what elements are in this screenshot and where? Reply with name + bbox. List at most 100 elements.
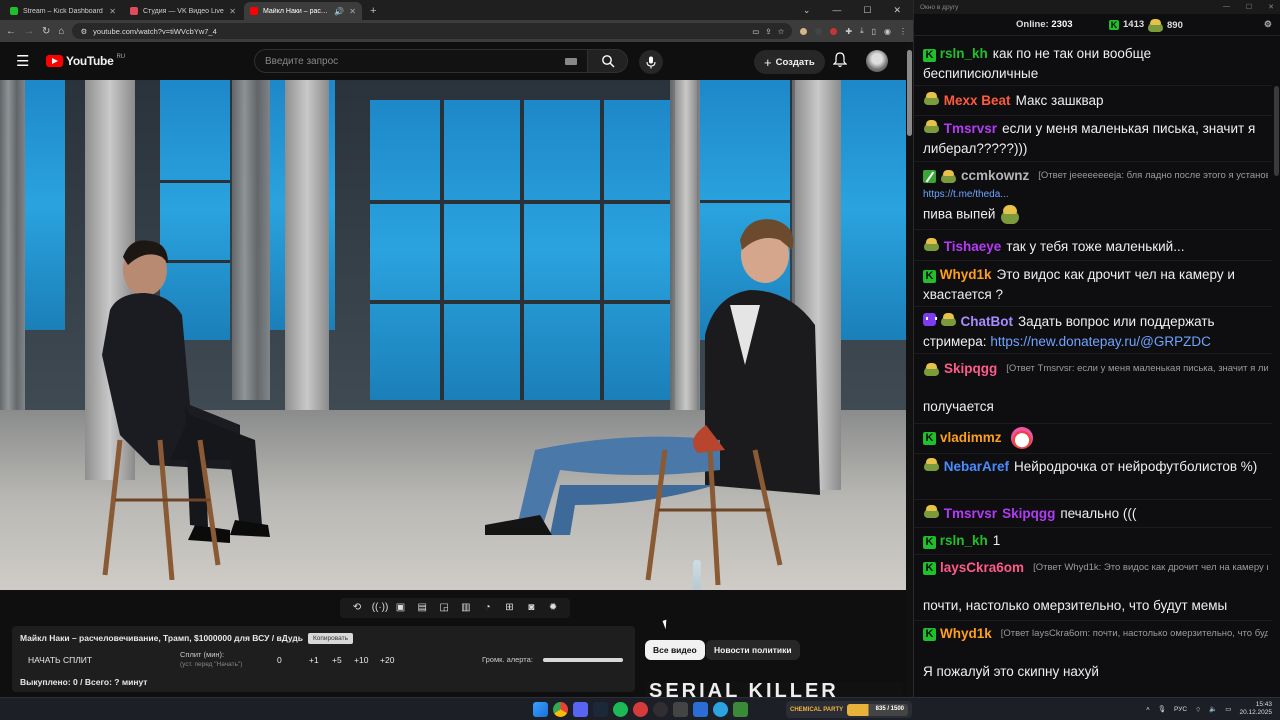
microphone-icon[interactable]: 🎙 bbox=[1158, 705, 1166, 713]
chat-username[interactable]: NebarAref bbox=[944, 459, 1009, 474]
chat-settings-icon[interactable]: ⚙ bbox=[1264, 19, 1272, 30]
chat-username[interactable]: laysCkra6om bbox=[940, 558, 1024, 578]
home-icon[interactable]: ⌂ bbox=[58, 26, 64, 37]
clock[interactable]: 15:43 20.12.2025 bbox=[1239, 701, 1272, 717]
add-1-button[interactable]: +1 bbox=[309, 655, 319, 665]
scrollbar-thumb[interactable] bbox=[907, 50, 912, 136]
chat-username[interactable]: Skipqgg bbox=[944, 359, 997, 379]
add-20-button[interactable]: +20 bbox=[380, 655, 394, 665]
close-window-button[interactable]: ✕ bbox=[1268, 3, 1274, 11]
close-window-button[interactable]: ✕ bbox=[893, 5, 901, 16]
app-icon[interactable] bbox=[673, 702, 688, 717]
menu-icon[interactable]: ⋮ bbox=[899, 27, 907, 36]
chat-scrollbar[interactable] bbox=[1272, 36, 1280, 693]
back-icon[interactable]: ← bbox=[6, 26, 16, 37]
tab-search-icon[interactable]: ⌄ bbox=[803, 5, 811, 16]
app-icon[interactable] bbox=[733, 702, 748, 717]
close-icon[interactable]: ✕ bbox=[109, 7, 116, 16]
extension-icon[interactable] bbox=[815, 27, 823, 35]
network-icon[interactable]: ⌔ bbox=[1195, 705, 1201, 714]
bookmark-star-icon[interactable]: ☆ bbox=[778, 27, 785, 36]
extensions-puzzle-icon[interactable]: ✚ bbox=[845, 27, 852, 36]
extension-icon[interactable] bbox=[830, 27, 838, 35]
media-player-icon[interactable] bbox=[693, 702, 708, 717]
new-tab-button[interactable]: + bbox=[364, 5, 382, 20]
add-10-button[interactable]: +10 bbox=[354, 655, 368, 665]
app-icon[interactable] bbox=[633, 702, 648, 717]
split-view-icon[interactable]: ▯ bbox=[872, 27, 876, 36]
close-icon[interactable]: ✕ bbox=[229, 7, 236, 16]
pip-icon[interactable]: ◲ bbox=[437, 602, 451, 614]
start-split-button[interactable]: НАЧАТЬ СПЛИТ bbox=[28, 655, 92, 665]
search-input[interactable]: Введите запрос bbox=[254, 49, 588, 73]
speed-icon[interactable]: ◔ bbox=[481, 602, 495, 614]
notifications-button[interactable] bbox=[832, 52, 848, 73]
screen-icon[interactable]: ▣ bbox=[393, 602, 407, 614]
forward-icon[interactable]: → bbox=[24, 26, 34, 37]
chat-username[interactable]: Tishaeye bbox=[944, 239, 1002, 254]
chat-username[interactable]: Mexx Beat bbox=[944, 93, 1011, 108]
volume-icon[interactable]: 🔈 bbox=[1209, 705, 1217, 713]
tab-vk-studio[interactable]: Студия — VK Видео Live ✕ bbox=[124, 2, 242, 20]
screenshot-icon[interactable]: ◙ bbox=[524, 602, 538, 614]
chip-all-videos[interactable]: Все видео bbox=[645, 640, 705, 660]
maximize-button[interactable]: ☐ bbox=[863, 5, 871, 16]
extension-icon[interactable] bbox=[800, 27, 808, 35]
downloads-icon[interactable]: ⤓ bbox=[860, 26, 864, 36]
spotify-icon[interactable] bbox=[613, 702, 628, 717]
voice-search-button[interactable] bbox=[639, 50, 663, 74]
share-icon[interactable]: ⇪ bbox=[765, 27, 771, 36]
youtube-logo[interactable]: YouTube RU bbox=[46, 54, 125, 68]
close-icon[interactable]: ✕ bbox=[349, 7, 356, 16]
alert-volume-slider[interactable] bbox=[543, 658, 623, 662]
install-icon[interactable]: ▭ bbox=[752, 27, 759, 36]
chrome-icon[interactable] bbox=[553, 702, 568, 717]
loop-icon[interactable]: ⟲ bbox=[350, 602, 364, 614]
chat-username[interactable]: Whyd1k bbox=[940, 267, 992, 282]
chat-username[interactable]: rsln_kh bbox=[940, 46, 988, 61]
tab-kick-dashboard[interactable]: Stream – Kick Dashboard ✕ bbox=[4, 2, 122, 20]
reload-icon[interactable]: ↻ bbox=[42, 26, 50, 37]
add-icon[interactable]: ⊞ bbox=[502, 602, 516, 614]
keyboard-icon[interactable] bbox=[565, 57, 577, 65]
chat-username[interactable]: Tmsrvsr bbox=[944, 121, 997, 136]
battery-icon[interactable]: ▭ bbox=[1225, 705, 1231, 713]
chip-politics-news[interactable]: Новости политики bbox=[706, 640, 800, 660]
create-button[interactable]: + Создать bbox=[754, 50, 825, 74]
chat-username[interactable]: ChatBot bbox=[961, 314, 1014, 329]
copy-button[interactable]: Копировать bbox=[308, 633, 353, 644]
add-5-button[interactable]: +5 bbox=[332, 655, 342, 665]
search-button[interactable] bbox=[588, 49, 628, 73]
chat-username[interactable]: ccmkownz bbox=[961, 166, 1029, 186]
guide-menu-icon[interactable]: ☰ bbox=[16, 52, 38, 70]
chat-username[interactable]: Tmsrvsr bbox=[944, 506, 997, 521]
settings-gear-icon[interactable]: ✹ bbox=[546, 602, 560, 614]
recommended-thumbnail[interactable]: SERIAL KILLER bbox=[645, 682, 903, 697]
chat-username[interactable]: vladimmz bbox=[940, 428, 1002, 448]
minimize-button[interactable]: — bbox=[832, 5, 841, 15]
chat-username[interactable]: rsln_kh bbox=[940, 533, 988, 548]
page-scrollbar[interactable] bbox=[906, 44, 913, 697]
minimize-button[interactable]: — bbox=[1223, 3, 1230, 11]
obs-icon[interactable] bbox=[653, 702, 668, 717]
goal-widget[interactable]: CHEMICAL PARTY 835 / 1500 bbox=[786, 701, 912, 718]
address-bar[interactable]: ⚙ youtube.com/watch?v=tiWVcbYw7_4 ▭ ⇪ ☆ bbox=[72, 23, 793, 39]
discord-icon[interactable] bbox=[573, 702, 588, 717]
scrollbar-thumb[interactable] bbox=[1274, 86, 1279, 176]
tab-youtube-video[interactable]: Майкл Наки – расчеловеч 🔊 ✕ bbox=[244, 2, 362, 20]
maximize-button[interactable]: ☐ bbox=[1246, 3, 1252, 11]
lang-indicator[interactable]: РУС bbox=[1174, 706, 1187, 713]
theater-icon[interactable]: ▥ bbox=[459, 602, 473, 614]
reply-link[interactable]: https://t.me/theda... bbox=[923, 189, 1009, 200]
chat-username[interactable]: Whyd1k bbox=[940, 624, 992, 644]
donate-link[interactable]: https://new.donatepay.ru/@GRPZDC bbox=[990, 334, 1211, 349]
telegram-icon[interactable] bbox=[713, 702, 728, 717]
steam-icon[interactable] bbox=[593, 702, 608, 717]
start-icon[interactable] bbox=[533, 702, 548, 717]
site-info-icon[interactable]: ⚙ bbox=[80, 27, 87, 36]
mention[interactable]: Skipqgg bbox=[1002, 506, 1055, 521]
chevron-up-icon[interactable]: ˄ bbox=[1146, 706, 1150, 713]
video-player[interactable] bbox=[0, 80, 906, 590]
clip-icon[interactable]: ▤ bbox=[415, 602, 429, 614]
account-avatar[interactable] bbox=[866, 50, 888, 72]
